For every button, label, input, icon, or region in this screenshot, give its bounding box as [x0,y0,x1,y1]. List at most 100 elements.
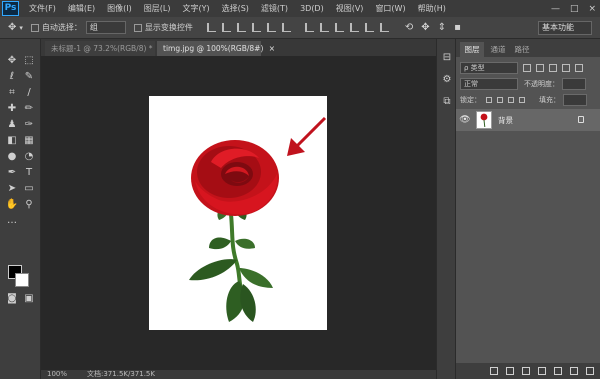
eyedropper-icon[interactable]: / [21,86,37,100]
minimize-icon[interactable]: — [551,4,560,14]
visibility-eye-icon[interactable]: 👁 [458,115,472,125]
layer-row-background[interactable]: 👁 背景 [456,109,600,131]
properties-icon[interactable]: ⚙ [440,73,454,87]
blur-icon[interactable]: ● [4,150,20,164]
tab-channels[interactable]: 通道 [486,42,510,57]
pen-icon[interactable]: ✒ [4,166,20,180]
adjustment-layer-icon[interactable] [538,367,546,375]
menu-image[interactable]: 图像(I) [101,3,138,14]
distribute-vcenter-icon[interactable] [319,23,329,32]
menu-bar: Ps 文件(F) 编辑(E) 图像(I) 图层(L) 文字(Y) 选择(S) 滤… [0,0,600,17]
canvas-area[interactable] [41,56,436,370]
shape-icon[interactable]: ▭ [21,182,37,196]
tab-paths[interactable]: 路径 [510,42,534,57]
menu-file[interactable]: 文件(F) [23,3,62,14]
fill-input[interactable] [563,94,587,106]
menu-layer[interactable]: 图层(L) [138,3,177,14]
quick-select-icon[interactable]: ✎ [21,70,37,84]
distribute-bottom-icon[interactable] [334,23,344,32]
align-hcenter-icon[interactable] [266,23,276,32]
maximize-icon[interactable]: □ [570,4,579,14]
distribute-top-icon[interactable] [304,23,314,32]
align-bottom-icon[interactable] [236,23,246,32]
filter-smart-icon[interactable] [575,64,583,72]
tab-untitled[interactable]: 未标题-1 @ 73.2%(RGB/8) * × [45,41,164,56]
lasso-icon[interactable]: ℓ [4,70,20,84]
tab-close-icon[interactable]: × [269,44,275,53]
tab-timg[interactable]: timg.jpg @ 100%(RGB/8#) × [157,41,275,56]
new-group-icon[interactable] [554,367,562,375]
lock-paint-icon[interactable] [497,97,503,103]
add-mask-icon[interactable] [522,367,530,375]
blend-row: 正常 不透明度： [460,77,596,91]
link-layers-icon[interactable] [490,367,498,375]
menu-window[interactable]: 窗口(W) [369,3,411,14]
zoom-icon[interactable]: ⚲ [21,198,37,212]
background-color-swatch[interactable] [15,273,29,287]
filter-adjust-icon[interactable] [536,64,544,72]
filter-shape-icon[interactable] [562,64,570,72]
tab-label: timg.jpg @ 100%(RGB/8#) [163,44,264,53]
history-icon[interactable]: ⊟ [440,51,454,65]
type-icon[interactable]: T [21,166,37,180]
move-tool-icon[interactable]: ✥ [8,22,16,33]
menu-help[interactable]: 帮助(H) [412,3,452,14]
gradient-icon[interactable]: ▦ [21,134,37,148]
distribute-hcenter-icon[interactable] [364,23,374,32]
quick-mask-icon[interactable]: ◙ [4,292,20,306]
align-right-icon[interactable] [281,23,291,32]
adjustments-icon[interactable]: ⧉ [440,95,454,109]
marquee-icon[interactable]: ⬚ [21,54,37,68]
distribute-right-icon[interactable] [379,23,389,32]
move-icon[interactable]: ✥ [4,54,20,68]
delete-layer-icon[interactable] [586,367,594,375]
lock-position-icon[interactable] [508,97,514,103]
blend-mode-dropdown[interactable]: 正常 [460,78,518,90]
lock-all-icon[interactable] [519,97,525,103]
tool-preset-chevron-icon[interactable]: ▾ [19,24,23,32]
kind-filter-dropdown[interactable]: ρ 类型 [460,62,518,74]
path-select-icon[interactable]: ➤ [4,182,20,196]
3d-scale-icon[interactable]: ▪ [454,22,461,33]
align-top-icon[interactable] [206,23,216,32]
workspace-dropdown[interactable]: 基本功能 [538,21,592,35]
options-bar: ✥ ▾ 自动选择： 组 显示变换控件 ⟲ ✥ ⇕ ▪ 基本功能 [0,17,600,39]
screen-mode-icon[interactable]: ▣ [21,292,37,306]
healing-brush-icon[interactable]: ✚ [4,102,20,116]
dodge-icon[interactable]: ◔ [21,150,37,164]
zoom-level[interactable]: 100% [47,370,67,379]
3d-pan-icon[interactable]: ✥ [421,22,429,33]
align-left-icon[interactable] [251,23,261,32]
3d-slide-icon[interactable]: ⇕ [438,22,446,33]
filter-type-icon[interactable] [549,64,557,72]
more-tools-icon[interactable]: … [4,214,20,228]
distribute-left-icon[interactable] [349,23,359,32]
menu-3d[interactable]: 3D(D) [294,4,330,13]
auto-select-dropdown[interactable]: 组 [85,21,126,34]
lock-pixels-icon[interactable] [486,97,492,103]
menu-filter[interactable]: 滤镜(T) [255,3,294,14]
history-brush-icon[interactable]: ✑ [21,118,37,132]
brush-icon[interactable]: ✏ [21,102,37,116]
filter-pixel-icon[interactable] [523,64,531,72]
align-vcenter-icon[interactable] [221,23,231,32]
hand-icon[interactable]: ✋ [4,198,20,212]
fx-icon[interactable] [506,367,514,375]
close-icon[interactable]: × [588,4,596,14]
opacity-input[interactable] [562,78,586,90]
clone-stamp-icon[interactable]: ♟ [4,118,20,132]
menu-select[interactable]: 选择(S) [216,3,255,14]
tab-layers[interactable]: 图层 [460,42,484,57]
3d-mode-icon[interactable]: ⟲ [405,22,413,33]
menu-view[interactable]: 视图(V) [330,3,370,14]
menu-edit[interactable]: 编辑(E) [62,3,101,14]
new-layer-icon[interactable] [570,367,578,375]
menu-type[interactable]: 文字(Y) [176,3,215,14]
auto-select-checkbox[interactable] [30,23,39,32]
distribute-buttons [304,23,389,32]
window-controls: — □ × [551,0,596,17]
auto-select-label: 自动选择： [41,23,82,32]
crop-icon[interactable]: ⌗ [4,86,20,100]
eraser-icon[interactable]: ◧ [4,134,20,148]
transform-controls-checkbox[interactable] [133,23,142,32]
